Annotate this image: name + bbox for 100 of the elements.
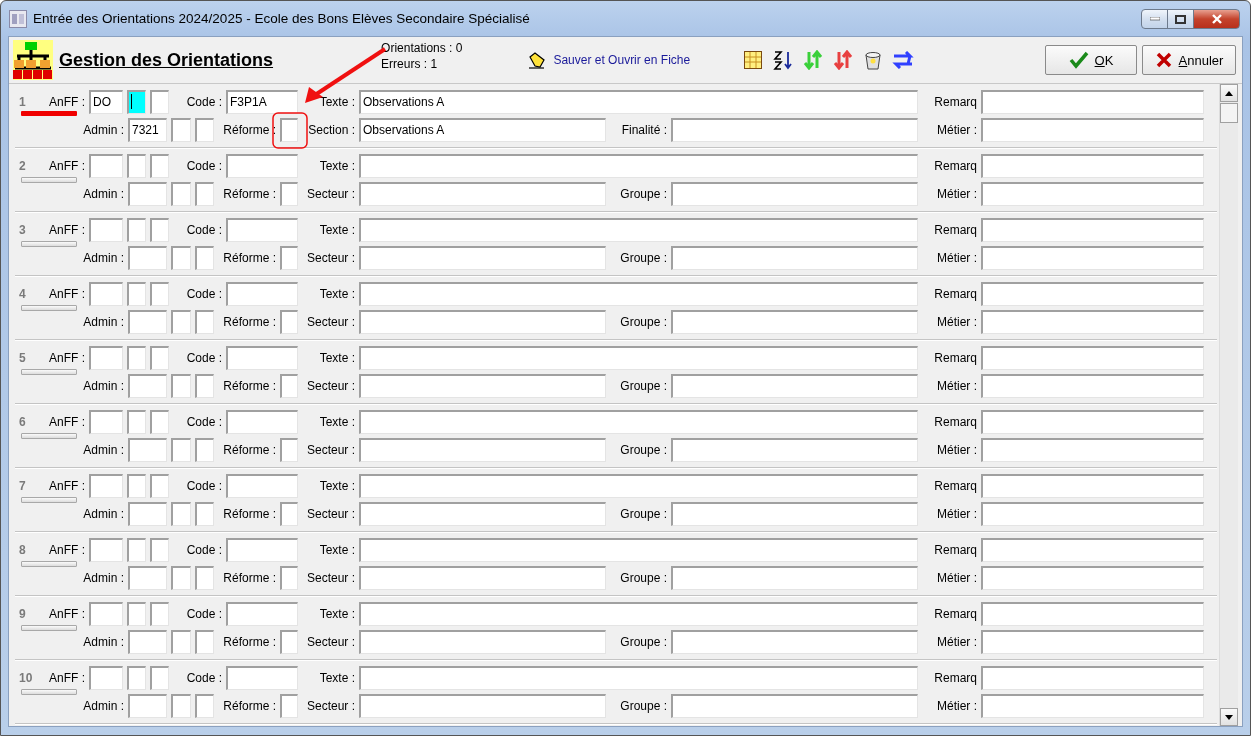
input-field[interactable] [171, 181, 191, 206]
input-field[interactable] [280, 565, 298, 590]
input-field[interactable] [280, 501, 298, 526]
input-field[interactable] [981, 537, 1204, 562]
input-field[interactable] [171, 565, 191, 590]
input-field[interactable] [671, 501, 918, 526]
input-field[interactable] [226, 217, 298, 242]
input-field[interactable] [671, 117, 918, 142]
input-field[interactable] [127, 217, 146, 242]
input-field[interactable] [195, 501, 214, 526]
row-select-bar[interactable] [21, 432, 77, 439]
input-field[interactable] [89, 537, 123, 562]
input-field[interactable] [226, 665, 298, 690]
dialog-button[interactable]: OK [1045, 45, 1137, 75]
input-field[interactable] [150, 153, 169, 178]
scroll-thumb[interactable] [1220, 103, 1238, 123]
input-field[interactable] [981, 89, 1204, 114]
input-field[interactable] [127, 473, 146, 498]
row-select-bar[interactable] [21, 560, 77, 567]
input-field[interactable] [128, 501, 167, 526]
row-select-bar[interactable] [21, 240, 77, 247]
row-select-bar[interactable] [21, 496, 77, 503]
row-select-bar[interactable] [21, 110, 77, 116]
input-field[interactable] [359, 537, 918, 562]
input-field[interactable] [671, 629, 918, 654]
input-field[interactable] [359, 217, 918, 242]
input-field[interactable] [359, 409, 918, 434]
scroll-down-button[interactable] [1220, 708, 1238, 726]
input-field[interactable] [171, 437, 191, 462]
input-field[interactable] [195, 693, 214, 718]
input-field[interactable] [195, 245, 214, 270]
input-field[interactable] [981, 373, 1204, 398]
input-field[interactable] [359, 245, 606, 270]
row-select-bar[interactable] [21, 304, 77, 311]
input-field[interactable] [128, 437, 167, 462]
input-field[interactable] [359, 345, 918, 370]
input-field[interactable] [671, 693, 918, 718]
input-field[interactable]: Observations A [359, 117, 606, 142]
input-field[interactable] [195, 373, 214, 398]
row-select-bar[interactable] [21, 368, 77, 375]
table-tool[interactable] [742, 49, 765, 71]
input-field[interactable] [359, 501, 606, 526]
input-field[interactable] [981, 629, 1204, 654]
input-field[interactable]: Observations A [359, 89, 918, 114]
input-field[interactable] [981, 345, 1204, 370]
input-field[interactable] [359, 181, 606, 206]
input-field[interactable] [89, 281, 123, 306]
input-field[interactable] [226, 345, 298, 370]
input-field[interactable] [171, 117, 191, 142]
input-field[interactable] [981, 601, 1204, 626]
input-field[interactable] [280, 245, 298, 270]
input-field[interactable]: 7321 [128, 117, 167, 142]
input-field[interactable] [195, 181, 214, 206]
input-field[interactable] [280, 309, 298, 334]
input-field[interactable] [981, 565, 1204, 590]
input-field[interactable] [89, 153, 123, 178]
input-field[interactable] [981, 409, 1204, 434]
input-field[interactable] [671, 565, 918, 590]
input-field[interactable] [150, 473, 169, 498]
scroll-up-button[interactable] [1220, 84, 1238, 102]
input-field[interactable] [280, 117, 298, 142]
input-field[interactable] [981, 473, 1204, 498]
move-tool[interactable] [802, 49, 825, 71]
input-field[interactable] [150, 217, 169, 242]
input-field[interactable] [195, 629, 214, 654]
input-field[interactable] [171, 245, 191, 270]
input-field[interactable] [195, 309, 214, 334]
input-field[interactable] [981, 693, 1204, 718]
dialog-button[interactable]: Annuler [1142, 45, 1236, 75]
input-field[interactable] [195, 565, 214, 590]
input-field[interactable]: F3P1A [226, 89, 298, 114]
input-field[interactable] [226, 537, 298, 562]
input-field[interactable] [671, 437, 918, 462]
input-field[interactable] [89, 473, 123, 498]
input-field[interactable] [150, 537, 169, 562]
input-field[interactable] [127, 153, 146, 178]
input-field[interactable] [195, 117, 214, 142]
row-select-bar[interactable] [21, 688, 77, 695]
input-field[interactable] [171, 629, 191, 654]
input-field[interactable] [359, 565, 606, 590]
row-select-bar[interactable] [21, 176, 77, 183]
maximize-button[interactable] [1167, 9, 1194, 29]
input-field[interactable] [981, 437, 1204, 462]
input-field[interactable] [128, 565, 167, 590]
input-field[interactable] [89, 665, 123, 690]
input-field[interactable] [195, 437, 214, 462]
row-select-bar[interactable] [21, 624, 77, 631]
input-field[interactable] [671, 181, 918, 206]
input-field[interactable] [981, 181, 1204, 206]
input-field[interactable] [981, 665, 1204, 690]
input-field[interactable] [150, 281, 169, 306]
input-field[interactable] [127, 665, 146, 690]
input-field[interactable] [171, 309, 191, 334]
input-field[interactable] [280, 693, 298, 718]
input-field[interactable] [981, 501, 1204, 526]
scrollbar[interactable] [1219, 84, 1238, 726]
input-field[interactable] [226, 409, 298, 434]
input-field[interactable] [671, 245, 918, 270]
input-field[interactable] [226, 473, 298, 498]
input-field[interactable] [359, 373, 606, 398]
